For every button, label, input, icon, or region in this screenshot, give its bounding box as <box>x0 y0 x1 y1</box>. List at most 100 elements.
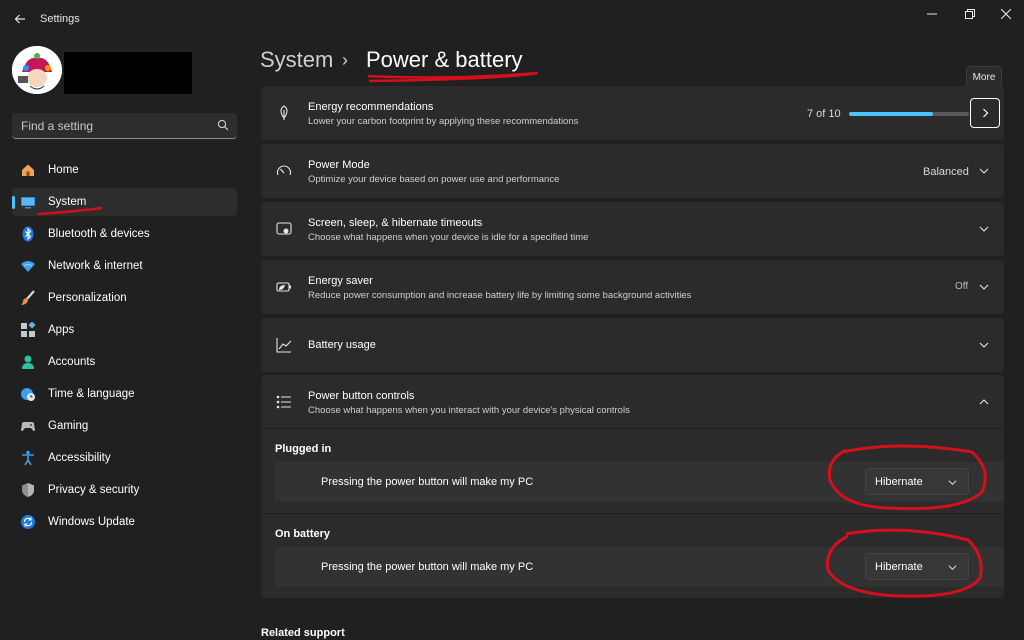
progress-text: 7 of 10 <box>807 108 841 120</box>
list-icon <box>275 393 293 411</box>
sidebar-item-accounts[interactable]: Accounts <box>12 348 237 376</box>
timeouts-card[interactable]: Screen, sleep, & hibernate timeouts Choo… <box>261 202 1004 256</box>
title-bar: Settings <box>0 0 1024 36</box>
home-icon <box>20 162 36 178</box>
breadcrumb-parent[interactable]: System <box>260 47 333 73</box>
annotation-underline-title <box>367 71 539 83</box>
avatar-image <box>12 46 62 94</box>
screen-sleep-icon <box>275 220 293 238</box>
sidebar-item-privacy[interactable]: Privacy & security <box>12 476 237 504</box>
energy-saver-status: Off <box>955 281 969 292</box>
update-icon <box>20 514 36 530</box>
chevron-down-icon <box>945 475 959 489</box>
card-title: Energy saver <box>308 275 373 287</box>
chevron-down-icon[interactable] <box>977 222 991 236</box>
sidebar-item-label: Apps <box>48 324 75 336</box>
plugged-in-heading: Plugged in <box>275 443 332 455</box>
card-title: Battery usage <box>308 339 376 351</box>
chevron-down-icon[interactable] <box>977 280 991 294</box>
card-description: Choose what happens when you interact wi… <box>308 405 630 416</box>
sidebar-item-label: Accounts <box>48 356 96 368</box>
minimize-button[interactable] <box>912 0 952 28</box>
power-mode-card[interactable]: Power Mode Optimize your device based on… <box>261 144 1004 198</box>
card-description: Optimize your device based on power use … <box>308 174 560 185</box>
chevron-down-icon[interactable] <box>977 338 991 352</box>
globe-clock-icon <box>20 386 36 402</box>
card-title: Energy recommendations <box>308 101 434 113</box>
on-battery-power-button-dropdown[interactable]: Hibernate <box>865 553 969 580</box>
sidebar-item-label: Time & language <box>48 388 135 400</box>
more-button[interactable] <box>970 98 1000 128</box>
sidebar-item-time-language[interactable]: Time & language <box>12 380 237 408</box>
card-description: Choose what happens when your device is … <box>308 232 589 243</box>
plugged-in-row: Pressing the power button will make my P… <box>275 462 1004 502</box>
restore-icon <box>965 9 975 19</box>
sidebar-item-label: Gaming <box>48 420 89 432</box>
close-button[interactable] <box>986 0 1024 28</box>
power-button-controls-group: Power button controls Choose what happen… <box>261 375 1004 598</box>
sidebar-item-label: Accessibility <box>48 452 111 464</box>
plugged-in-power-button-dropdown[interactable]: Hibernate <box>865 468 969 495</box>
on-battery-label: Pressing the power button will make my P… <box>321 561 534 573</box>
plugged-in-label: Pressing the power button will make my P… <box>321 476 534 488</box>
power-button-controls-header[interactable]: Power button controls Choose what happen… <box>261 375 1004 429</box>
sidebar-item-label: Bluetooth & devices <box>48 228 150 240</box>
on-battery-heading: On battery <box>275 528 331 540</box>
leaf-icon <box>275 104 293 122</box>
line-chart-icon <box>275 336 293 354</box>
bluetooth-icon <box>20 226 36 242</box>
maximize-button[interactable] <box>950 0 990 28</box>
divider <box>261 513 1004 514</box>
sidebar-item-label: Privacy & security <box>48 484 140 496</box>
search-box[interactable] <box>12 113 237 139</box>
energy-recommendations-card[interactable]: Energy recommendations Lower your carbon… <box>261 86 1004 140</box>
sidebar-item-label: Home <box>48 164 79 176</box>
related-support-heading: Related support <box>261 627 345 639</box>
sidebar-item-windows-update[interactable]: Windows Update <box>12 508 237 536</box>
search-input[interactable] <box>12 113 212 138</box>
sidebar-item-label: Personalization <box>48 292 127 304</box>
progress-fill <box>849 112 933 116</box>
wifi-icon <box>20 258 36 274</box>
breadcrumb-separator: › <box>342 50 348 70</box>
power-mode-value[interactable]: Balanced <box>923 166 969 178</box>
sidebar-item-home[interactable]: Home <box>12 156 237 184</box>
sidebar-item-apps[interactable]: Apps <box>12 316 237 344</box>
apps-icon <box>20 322 36 338</box>
sidebar-item-label: System <box>48 196 87 208</box>
brush-icon <box>20 290 36 306</box>
sidebar-item-accessibility[interactable]: Accessibility <box>12 444 237 472</box>
sidebar-item-label: Windows Update <box>48 516 135 528</box>
dropdown-value: Hibernate <box>875 561 923 573</box>
accounts-icon <box>20 354 36 370</box>
minimize-icon <box>927 13 937 15</box>
sidebar-item-label: Network & internet <box>48 260 143 272</box>
redacted-user-name <box>64 52 192 94</box>
back-button[interactable] <box>6 5 34 33</box>
sidebar-item-bluetooth[interactable]: Bluetooth & devices <box>12 220 237 248</box>
chevron-down-icon[interactable] <box>977 164 991 178</box>
sidebar-item-gaming[interactable]: Gaming <box>12 412 237 440</box>
chevron-up-icon[interactable] <box>977 395 991 409</box>
card-title: Power button controls <box>308 390 415 402</box>
energy-saver-card[interactable]: Energy saver Reduce power consumption an… <box>261 260 1004 314</box>
chevron-down-icon <box>945 560 959 574</box>
app-title: Settings <box>40 13 80 25</box>
avatar[interactable] <box>12 46 62 94</box>
close-icon <box>1001 9 1011 19</box>
battery-usage-card[interactable]: Battery usage <box>261 318 1004 372</box>
shield-icon <box>20 482 36 498</box>
accessibility-icon <box>20 450 36 466</box>
on-battery-row: Pressing the power button will make my P… <box>275 547 1004 587</box>
more-tooltip: More <box>966 66 1002 88</box>
sidebar-item-network[interactable]: Network & internet <box>12 252 237 280</box>
search-icon[interactable] <box>217 118 229 136</box>
chevron-right-icon <box>983 108 989 118</box>
progress-bar <box>849 112 969 116</box>
gamepad-icon <box>20 418 36 434</box>
battery-saver-icon <box>275 278 293 296</box>
dropdown-value: Hibernate <box>875 476 923 488</box>
speedometer-icon <box>275 162 293 180</box>
sidebar-item-personalization[interactable]: Personalization <box>12 284 237 312</box>
sidebar-item-system[interactable]: System <box>12 188 237 216</box>
